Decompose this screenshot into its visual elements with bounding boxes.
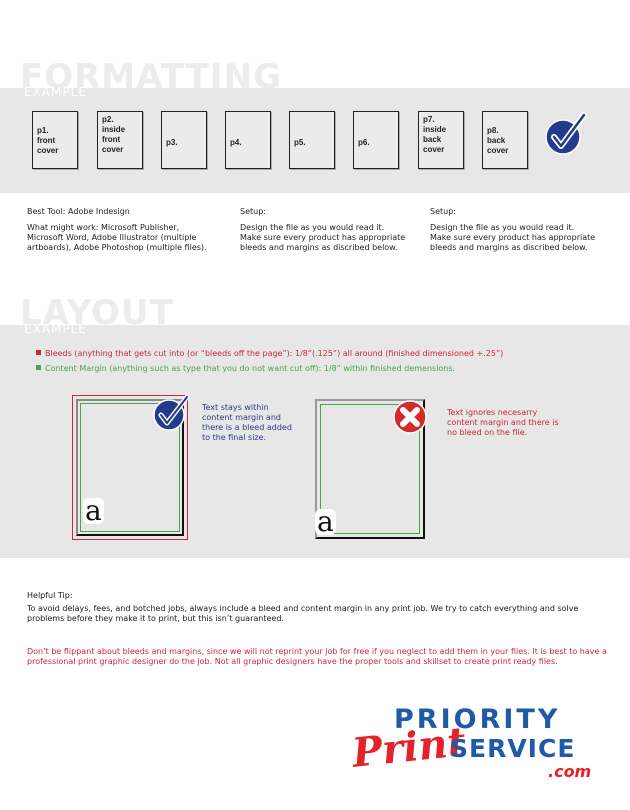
column-tools: Best Tool: Adobe Indesign What might wor… [27,207,207,253]
page-label-line: p5. [294,138,306,147]
page-label: p3. [166,138,178,148]
column-text: What might work: Microsoft Publisher, Mi… [27,223,207,252]
page-label-line: cover [37,146,59,155]
bleed-swatch [36,350,41,355]
margin-swatch [36,365,41,370]
page-label: p7. inside back cover [423,115,446,155]
good-example-note: Text stays within content margin and the… [202,403,292,442]
page-label-line: front [102,135,121,144]
column-label: Setup: [240,207,266,216]
page-thumbnail: p8. back cover [482,111,528,169]
tip-text: To avoid delays, fees, and botched jobs,… [27,604,579,623]
sample-letter: a [83,494,104,527]
page-label-line: p4. [230,138,242,147]
page-label-line: cover [423,145,445,154]
column-text: Design the file as you would read it. Ma… [430,223,596,252]
page-thumbnail: p6. [353,111,399,169]
sample-letter: a [315,505,336,538]
margin-legend: Content Margin (anything such as type th… [36,364,455,373]
page-thumbnail: p5. [289,111,335,169]
column-setup-1: Setup: Design the file as you would read… [240,207,405,253]
page-label: p2. inside front cover [102,115,125,155]
page-label-line: cover [102,145,124,154]
formatting-band: EXAMPLE p1. front cover p2. inside front cover… [0,85,630,193]
bleed-legend: Bleeds (anything that gets cut into (or … [36,349,503,358]
margin-legend-text: Content Margin (anything such as type th… [45,364,456,373]
page-thumbnail: p4. [225,111,271,169]
layout-band: EXAMPLE Bleeds (anything that gets cut i… [0,322,630,558]
priority-print-logo: PRIORITY Print SERVICE .com [350,700,612,790]
page-label: p1. front cover [37,126,58,156]
tip-warning: Don’t be flippant about bleeds and margi… [27,647,607,666]
page-label-line: inside [102,125,126,134]
page-label-line: back [423,135,442,144]
page-label: p6. [358,138,370,148]
column-label: Setup: [430,207,456,216]
page-label-line: front [37,136,56,145]
page-label-line: p1. [37,126,49,135]
formatting-subheading: EXAMPLE [24,85,87,99]
page-label: p8. back cover [487,126,508,156]
logo-service: SERVICE [450,734,576,763]
bad-example-note: Text ignores necesarry content margin an… [447,408,559,437]
page-thumbnail: p3. [161,111,207,169]
column-setup-2: Setup: Design the file as you would read… [430,207,595,253]
column-label: Best Tool: Adobe Indesign [27,207,130,216]
page-label-line: p7. [423,115,435,124]
page-thumbnail: p1. front cover [32,111,78,169]
check-icon [545,112,587,155]
x-icon [393,400,427,434]
page-label-line: p3. [166,138,178,147]
page-label-line: cover [487,146,509,155]
page-label: p5. [294,138,306,148]
page-thumbnail: p2. inside front cover [97,111,143,169]
check-icon [153,394,190,431]
logo-dotcom: .com [548,762,592,781]
bleed-legend-text: Bleeds (anything that gets cut into (or … [45,349,504,358]
layout-subheading: EXAMPLE [24,322,87,336]
tip-label: Helpful Tip: [27,591,73,600]
page-label-line: p2. [102,115,114,124]
page-label-line: p8. [487,126,499,135]
page-label: p4. [230,138,242,148]
page-thumbnail: p7. inside back cover [418,111,464,169]
page-label-line: p6. [358,138,370,147]
column-text: Design the file as you would read it. Ma… [240,223,406,252]
page-label-line: back [487,136,506,145]
page-label-line: inside [423,125,447,134]
